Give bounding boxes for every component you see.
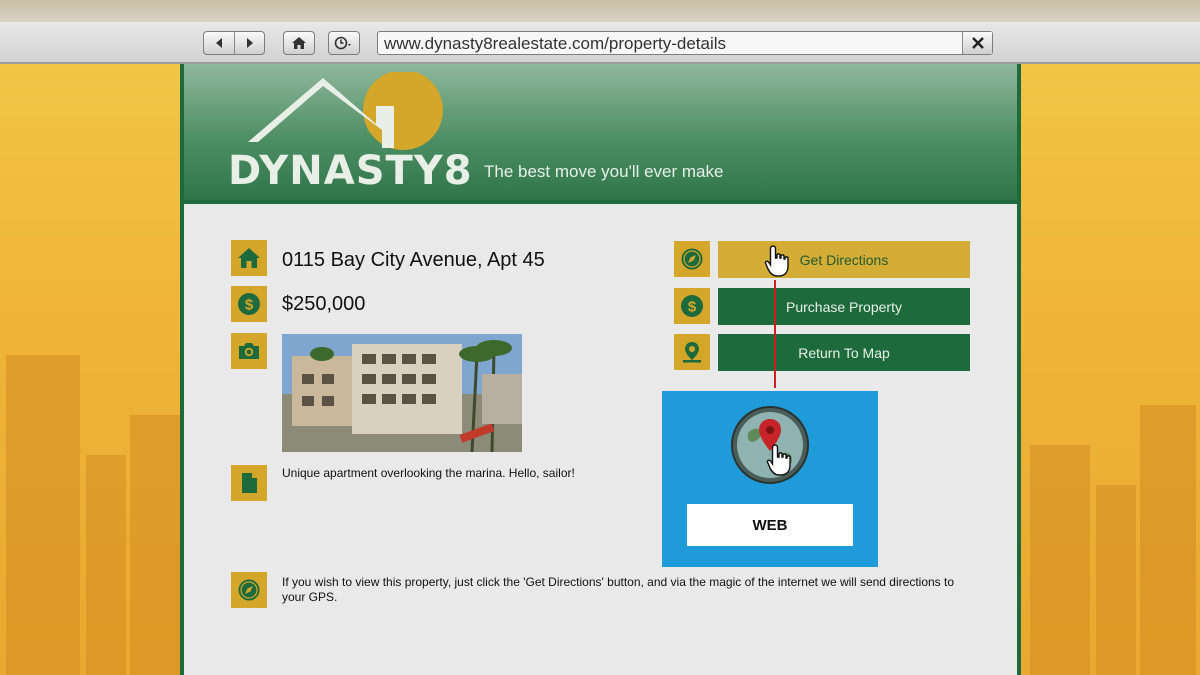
get-directions-label: Get Directions — [799, 251, 889, 268]
history-button[interactable] — [329, 32, 359, 54]
web-label[interactable]: WEB — [687, 504, 853, 546]
hand-cursor-icon — [764, 245, 789, 277]
compass-icon — [231, 572, 267, 608]
svg-text:$: $ — [688, 299, 697, 316]
close-icon — [971, 37, 984, 49]
property-price: $250,000 — [282, 293, 366, 315]
property-photo[interactable] — [282, 334, 522, 452]
tagline: The best move you'll ever make — [484, 162, 724, 181]
forward-arrow-icon — [246, 38, 253, 48]
city-skyline-left — [0, 64, 180, 675]
property-description: Unique apartment overlooking the marina.… — [282, 466, 575, 480]
document-icon — [231, 465, 267, 501]
purchase-property-label: Purchase Property — [786, 298, 902, 315]
clock-icon — [334, 36, 351, 50]
history-dropdown-group — [328, 31, 360, 55]
home-icon — [231, 240, 267, 276]
forward-button[interactable] — [234, 32, 264, 54]
hand-cursor-icon — [766, 444, 791, 476]
return-to-map-label: Return To Map — [798, 344, 890, 361]
return-to-map-button[interactable]: Return To Map — [718, 334, 970, 371]
logo-text: DYNASTY8 — [228, 148, 473, 194]
url-text[interactable]: www.dynasty8realestate.com/property-deta… — [384, 34, 726, 54]
home-icon — [292, 37, 306, 49]
web-page: DYNASTY8 The best move you'll ever make … — [180, 64, 1021, 675]
address-bar[interactable]: www.dynasty8realestate.com/property-deta… — [377, 31, 993, 55]
history-nav-group — [203, 31, 265, 55]
back-button[interactable] — [204, 32, 234, 54]
web-app-inset: WEB — [662, 391, 878, 567]
dollar-icon: $ — [231, 286, 267, 322]
dollar-icon: $ — [674, 288, 710, 324]
callout-line — [774, 280, 776, 388]
browser-toolbar: www.dynasty8realestate.com/property-deta… — [0, 22, 1200, 64]
dynasty8-logo[interactable]: DYNASTY8 — [228, 72, 472, 194]
svg-text:$: $ — [245, 297, 254, 314]
window-top-band — [0, 0, 1200, 22]
compass-icon — [674, 241, 710, 277]
apartment-building-image — [282, 334, 522, 452]
camera-icon — [231, 333, 267, 369]
get-directions-button[interactable]: Get Directions — [718, 241, 970, 278]
map-pin-icon — [674, 334, 710, 370]
close-button[interactable] — [962, 32, 992, 54]
site-header: DYNASTY8 The best move you'll ever make — [184, 64, 1017, 204]
header-divider — [184, 200, 1017, 204]
logo-graphic — [248, 72, 443, 150]
home-button[interactable] — [284, 32, 314, 54]
directions-note: If you wish to view this property, just … — [282, 575, 955, 604]
home-button-group — [283, 31, 315, 55]
back-arrow-icon — [216, 38, 222, 48]
purchase-property-button[interactable]: Purchase Property — [718, 288, 970, 325]
city-skyline-right — [1020, 64, 1200, 675]
property-address: 0115 Bay City Avenue, Apt 45 — [282, 249, 545, 271]
